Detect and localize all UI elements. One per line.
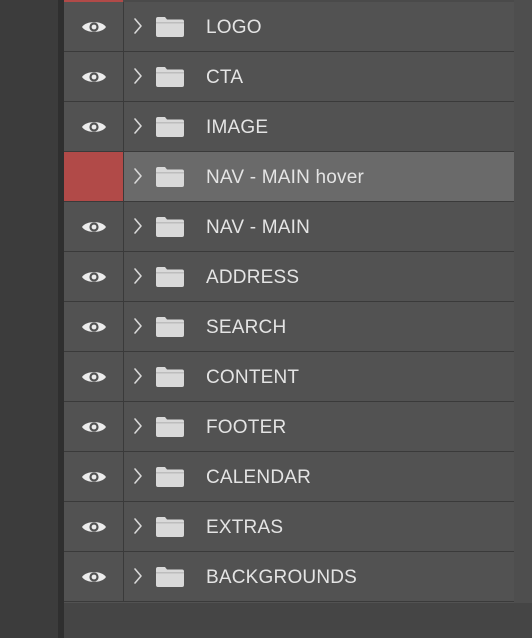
layer-name[interactable]: LOGO bbox=[206, 2, 262, 51]
layer-name[interactable]: CALENDAR bbox=[206, 452, 311, 501]
layer-name[interactable]: EXTRAS bbox=[206, 502, 283, 551]
layer-row[interactable]: BACKGROUNDS bbox=[64, 552, 514, 602]
layer-row[interactable]: FOOTER bbox=[64, 402, 514, 452]
layer-name[interactable]: FOOTER bbox=[206, 402, 286, 451]
layer-row[interactable]: NAV - MAIN bbox=[64, 202, 514, 252]
chevron-right-icon[interactable] bbox=[132, 516, 144, 536]
eye-icon bbox=[81, 419, 107, 435]
panel-bottom-area bbox=[64, 603, 532, 638]
layer-name[interactable]: SEARCH bbox=[206, 302, 286, 351]
folder-icon bbox=[155, 566, 185, 588]
eye-icon bbox=[81, 369, 107, 385]
layer-row[interactable]: SEARCH bbox=[64, 302, 514, 352]
folder-icon bbox=[155, 16, 185, 38]
folder-icon bbox=[155, 66, 185, 88]
layer-name[interactable]: CONTENT bbox=[206, 352, 299, 401]
layer-row[interactable]: NAV - MAIN hover bbox=[64, 152, 514, 202]
eye-icon bbox=[81, 69, 107, 85]
chevron-right-icon[interactable] bbox=[132, 466, 144, 486]
chevron-right-icon[interactable] bbox=[132, 216, 144, 236]
layers-list: LOGO CTA IMAGE NAV - MAIN hover NAV - MAIN AD… bbox=[64, 2, 514, 602]
layers-panel: LOGO CTA IMAGE NAV - MAIN hover NAV - MAIN AD… bbox=[64, 0, 532, 638]
layer-name[interactable]: NAV - MAIN bbox=[206, 202, 310, 251]
layer-name[interactable]: IMAGE bbox=[206, 102, 268, 151]
visibility-toggle[interactable] bbox=[64, 502, 124, 551]
scrollbar-track[interactable] bbox=[514, 0, 532, 638]
eye-icon bbox=[81, 219, 107, 235]
layer-row[interactable]: EXTRAS bbox=[64, 502, 514, 552]
folder-icon bbox=[155, 416, 185, 438]
layer-name[interactable]: BACKGROUNDS bbox=[206, 552, 357, 601]
chevron-right-icon[interactable] bbox=[132, 316, 144, 336]
chevron-right-icon[interactable] bbox=[132, 16, 144, 36]
folder-icon bbox=[155, 466, 185, 488]
photoshop-layers-area: LOGO CTA IMAGE NAV - MAIN hover NAV - MAIN AD… bbox=[0, 0, 532, 638]
chevron-right-icon[interactable] bbox=[132, 266, 144, 286]
folder-icon bbox=[155, 516, 185, 538]
eye-icon bbox=[81, 269, 107, 285]
chevron-right-icon[interactable] bbox=[132, 566, 144, 586]
layer-row[interactable]: LOGO bbox=[64, 2, 514, 52]
folder-icon bbox=[155, 366, 185, 388]
folder-icon bbox=[155, 166, 185, 188]
eye-icon bbox=[81, 19, 107, 35]
layer-name[interactable]: CTA bbox=[206, 52, 243, 101]
layer-row[interactable]: CALENDAR bbox=[64, 452, 514, 502]
visibility-toggle[interactable] bbox=[64, 202, 124, 251]
eye-icon bbox=[81, 319, 107, 335]
visibility-toggle[interactable] bbox=[64, 352, 124, 401]
layer-name[interactable]: ADDRESS bbox=[206, 252, 299, 301]
layer-row[interactable]: ADDRESS bbox=[64, 252, 514, 302]
layer-row[interactable]: CTA bbox=[64, 52, 514, 102]
visibility-toggle-hidden[interactable] bbox=[64, 152, 124, 201]
eye-icon bbox=[81, 119, 107, 135]
chevron-right-icon[interactable] bbox=[132, 416, 144, 436]
visibility-toggle[interactable] bbox=[64, 552, 124, 601]
chevron-right-icon[interactable] bbox=[132, 66, 144, 86]
folder-icon bbox=[155, 266, 185, 288]
layer-row[interactable]: IMAGE bbox=[64, 102, 514, 152]
folder-icon bbox=[155, 116, 185, 138]
visibility-toggle[interactable] bbox=[64, 52, 124, 101]
layer-name[interactable]: NAV - MAIN hover bbox=[206, 152, 364, 201]
eye-icon bbox=[81, 469, 107, 485]
folder-icon bbox=[155, 316, 185, 338]
eye-icon bbox=[81, 519, 107, 535]
folder-icon bbox=[155, 216, 185, 238]
chevron-right-icon[interactable] bbox=[132, 166, 144, 186]
visibility-toggle[interactable] bbox=[64, 452, 124, 501]
left-panel-strip bbox=[0, 0, 58, 638]
chevron-right-icon[interactable] bbox=[132, 116, 144, 136]
visibility-toggle[interactable] bbox=[64, 302, 124, 351]
eye-icon bbox=[81, 569, 107, 585]
visibility-toggle[interactable] bbox=[64, 252, 124, 301]
visibility-toggle[interactable] bbox=[64, 102, 124, 151]
visibility-toggle[interactable] bbox=[64, 402, 124, 451]
layer-row[interactable]: CONTENT bbox=[64, 352, 514, 402]
chevron-right-icon[interactable] bbox=[132, 366, 144, 386]
visibility-toggle[interactable] bbox=[64, 2, 124, 51]
